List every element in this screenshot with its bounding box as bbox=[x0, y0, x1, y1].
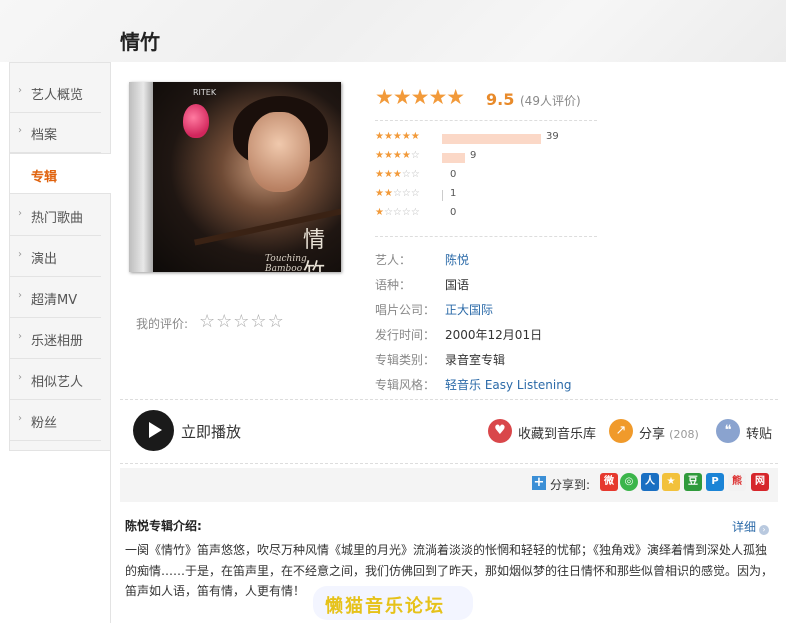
wechat-icon[interactable]: ◎ bbox=[620, 473, 638, 491]
heart-icon: ♥ bbox=[488, 419, 512, 443]
chevron-right-icon: › bbox=[18, 372, 22, 383]
cover-art: RITEK 情竹 Touching Bamboo bbox=[153, 82, 341, 272]
divider bbox=[375, 120, 597, 121]
header-background bbox=[0, 0, 786, 62]
divider bbox=[110, 451, 111, 623]
album-cover[interactable]: RITEK 情竹 Touching Bamboo bbox=[129, 82, 341, 272]
play-button[interactable] bbox=[133, 410, 174, 451]
rating-count: 1 bbox=[450, 188, 457, 199]
info-value[interactable]: 轻音乐 Easy Listening bbox=[445, 376, 571, 393]
watermark: 懒猫音乐论坛 bbox=[313, 586, 473, 620]
sidebar-item[interactable]: › 粉丝 bbox=[10, 400, 101, 441]
rating-bar bbox=[442, 190, 443, 201]
sidebar-item-label: 相似艺人 bbox=[31, 375, 84, 390]
info-key: 语种： bbox=[375, 278, 412, 292]
sidebar-item[interactable]: › 相似艺人 bbox=[10, 359, 101, 400]
sidebar-item-label: 乐迷相册 bbox=[31, 334, 84, 349]
sidebar-item-label: 超清MV bbox=[31, 293, 78, 308]
chevron-right-icon: › bbox=[18, 249, 22, 260]
info-value[interactable]: 陈悦 bbox=[445, 251, 469, 268]
my-rating-label: 我的评价: bbox=[136, 317, 189, 331]
divider bbox=[120, 399, 778, 400]
plus-icon: + bbox=[532, 475, 546, 490]
douban-icon[interactable]: 豆 bbox=[684, 473, 702, 491]
share-to-label: 分享到: bbox=[550, 478, 591, 492]
rating-count: 39 bbox=[546, 131, 559, 142]
chevron-right-icon: › bbox=[18, 413, 22, 424]
quote-icon: ❝ bbox=[716, 419, 740, 443]
my-rating-stars[interactable]: ☆☆☆☆☆ bbox=[199, 311, 285, 332]
sidebar-item[interactable]: › 热门歌曲 bbox=[10, 195, 101, 236]
info-value: 2000年12月01日 bbox=[445, 328, 543, 342]
cd-case-spine bbox=[129, 82, 153, 272]
sidebar-item[interactable]: › 档案 bbox=[10, 112, 101, 153]
tieba-icon[interactable]: 熊 bbox=[728, 473, 746, 491]
intro-more-link[interactable]: 详细 › bbox=[732, 518, 770, 535]
sidebar-item-label: 档案 bbox=[31, 128, 58, 143]
sidebar-item-label: 专辑 bbox=[31, 170, 58, 185]
star-level-icon: ★★★★☆ bbox=[375, 150, 420, 161]
chevron-right-icon: › bbox=[18, 290, 22, 301]
info-key: 专辑风格： bbox=[375, 378, 436, 392]
chevron-right-icon: › bbox=[18, 85, 22, 96]
average-rating-stars: ★★★★★ bbox=[375, 85, 465, 109]
play-now-label[interactable]: 立即播放 bbox=[181, 421, 241, 442]
rate-star-1-icon[interactable]: ☆ bbox=[199, 311, 215, 332]
lotus-flower bbox=[183, 104, 209, 138]
info-key: 发行时间： bbox=[375, 328, 436, 342]
rate-star-5-icon[interactable]: ☆ bbox=[268, 311, 284, 332]
star-level-icon: ★☆☆☆☆ bbox=[375, 207, 420, 218]
share-label: 分享 bbox=[639, 427, 666, 442]
weibo-icon[interactable]: 微 bbox=[600, 473, 618, 491]
cover-subtitle: Touching Bamboo bbox=[265, 254, 307, 272]
share-bar: + 分享到: 微 ◎ 人 ★ 豆 P 熊 网 bbox=[120, 468, 778, 502]
sidebar-item-label: 演出 bbox=[31, 252, 58, 267]
divider bbox=[120, 463, 778, 464]
renren-icon[interactable]: 人 bbox=[641, 473, 659, 491]
page-title: 情竹 bbox=[120, 30, 160, 54]
info-key: 唱片公司： bbox=[375, 303, 436, 317]
sidebar-item[interactable]: › 乐迷相册 bbox=[10, 318, 101, 359]
arrow-circle-icon: › bbox=[759, 525, 770, 535]
sidebar-item[interactable]: 专辑 bbox=[10, 153, 111, 194]
sidebar-item[interactable]: › 超清MV bbox=[10, 277, 101, 318]
sidebar-item-label: 粉丝 bbox=[31, 416, 58, 431]
cover-brand: RITEK bbox=[193, 88, 217, 97]
sidebar-item-label: 艺人概览 bbox=[31, 88, 84, 103]
rating-bar bbox=[442, 134, 541, 144]
info-value: 录音室专辑 bbox=[445, 353, 506, 367]
divider bbox=[375, 236, 597, 237]
intro-title: 陈悦专辑介绍: bbox=[125, 519, 202, 533]
collect-label: 收藏到音乐库 bbox=[518, 427, 597, 442]
qzone-icon[interactable]: ★ bbox=[662, 473, 680, 491]
star-level-icon: ★★★★★ bbox=[375, 131, 420, 142]
info-key: 艺人： bbox=[375, 253, 412, 267]
star-level-icon: ★★★☆☆ bbox=[375, 169, 420, 180]
repost-label: 转贴 bbox=[746, 427, 773, 442]
rating-bar bbox=[442, 153, 465, 163]
chevron-right-icon: › bbox=[18, 331, 22, 342]
rate-star-3-icon[interactable]: ☆ bbox=[233, 311, 249, 332]
share-icon: ↗ bbox=[609, 419, 633, 443]
info-value: 国语 bbox=[445, 278, 470, 292]
chevron-right-icon: › bbox=[18, 208, 22, 219]
rating-score: 9.5 bbox=[486, 90, 515, 109]
rate-star-4-icon[interactable]: ☆ bbox=[250, 311, 266, 332]
rating-count: 9 bbox=[470, 150, 477, 161]
sidebar-item-label: 热门歌曲 bbox=[31, 211, 84, 226]
info-key: 专辑类别： bbox=[375, 353, 436, 367]
kaixin-icon[interactable]: P bbox=[706, 473, 724, 491]
sidebar-item[interactable]: › 艺人概览 bbox=[10, 72, 101, 113]
rating-count: 0 bbox=[450, 207, 457, 218]
rating-votes[interactable]: (49人评价) bbox=[520, 92, 581, 109]
rating-count: 0 bbox=[450, 169, 457, 180]
info-value[interactable]: 正大国际 bbox=[445, 301, 493, 318]
star-level-icon: ★★☆☆☆ bbox=[375, 188, 420, 199]
sidebar-item[interactable]: › 演出 bbox=[10, 236, 101, 277]
netease-icon[interactable]: 网 bbox=[751, 473, 769, 491]
chevron-right-icon: › bbox=[18, 125, 22, 136]
rate-star-2-icon[interactable]: ☆ bbox=[216, 311, 232, 332]
share-count: (208) bbox=[669, 428, 699, 441]
